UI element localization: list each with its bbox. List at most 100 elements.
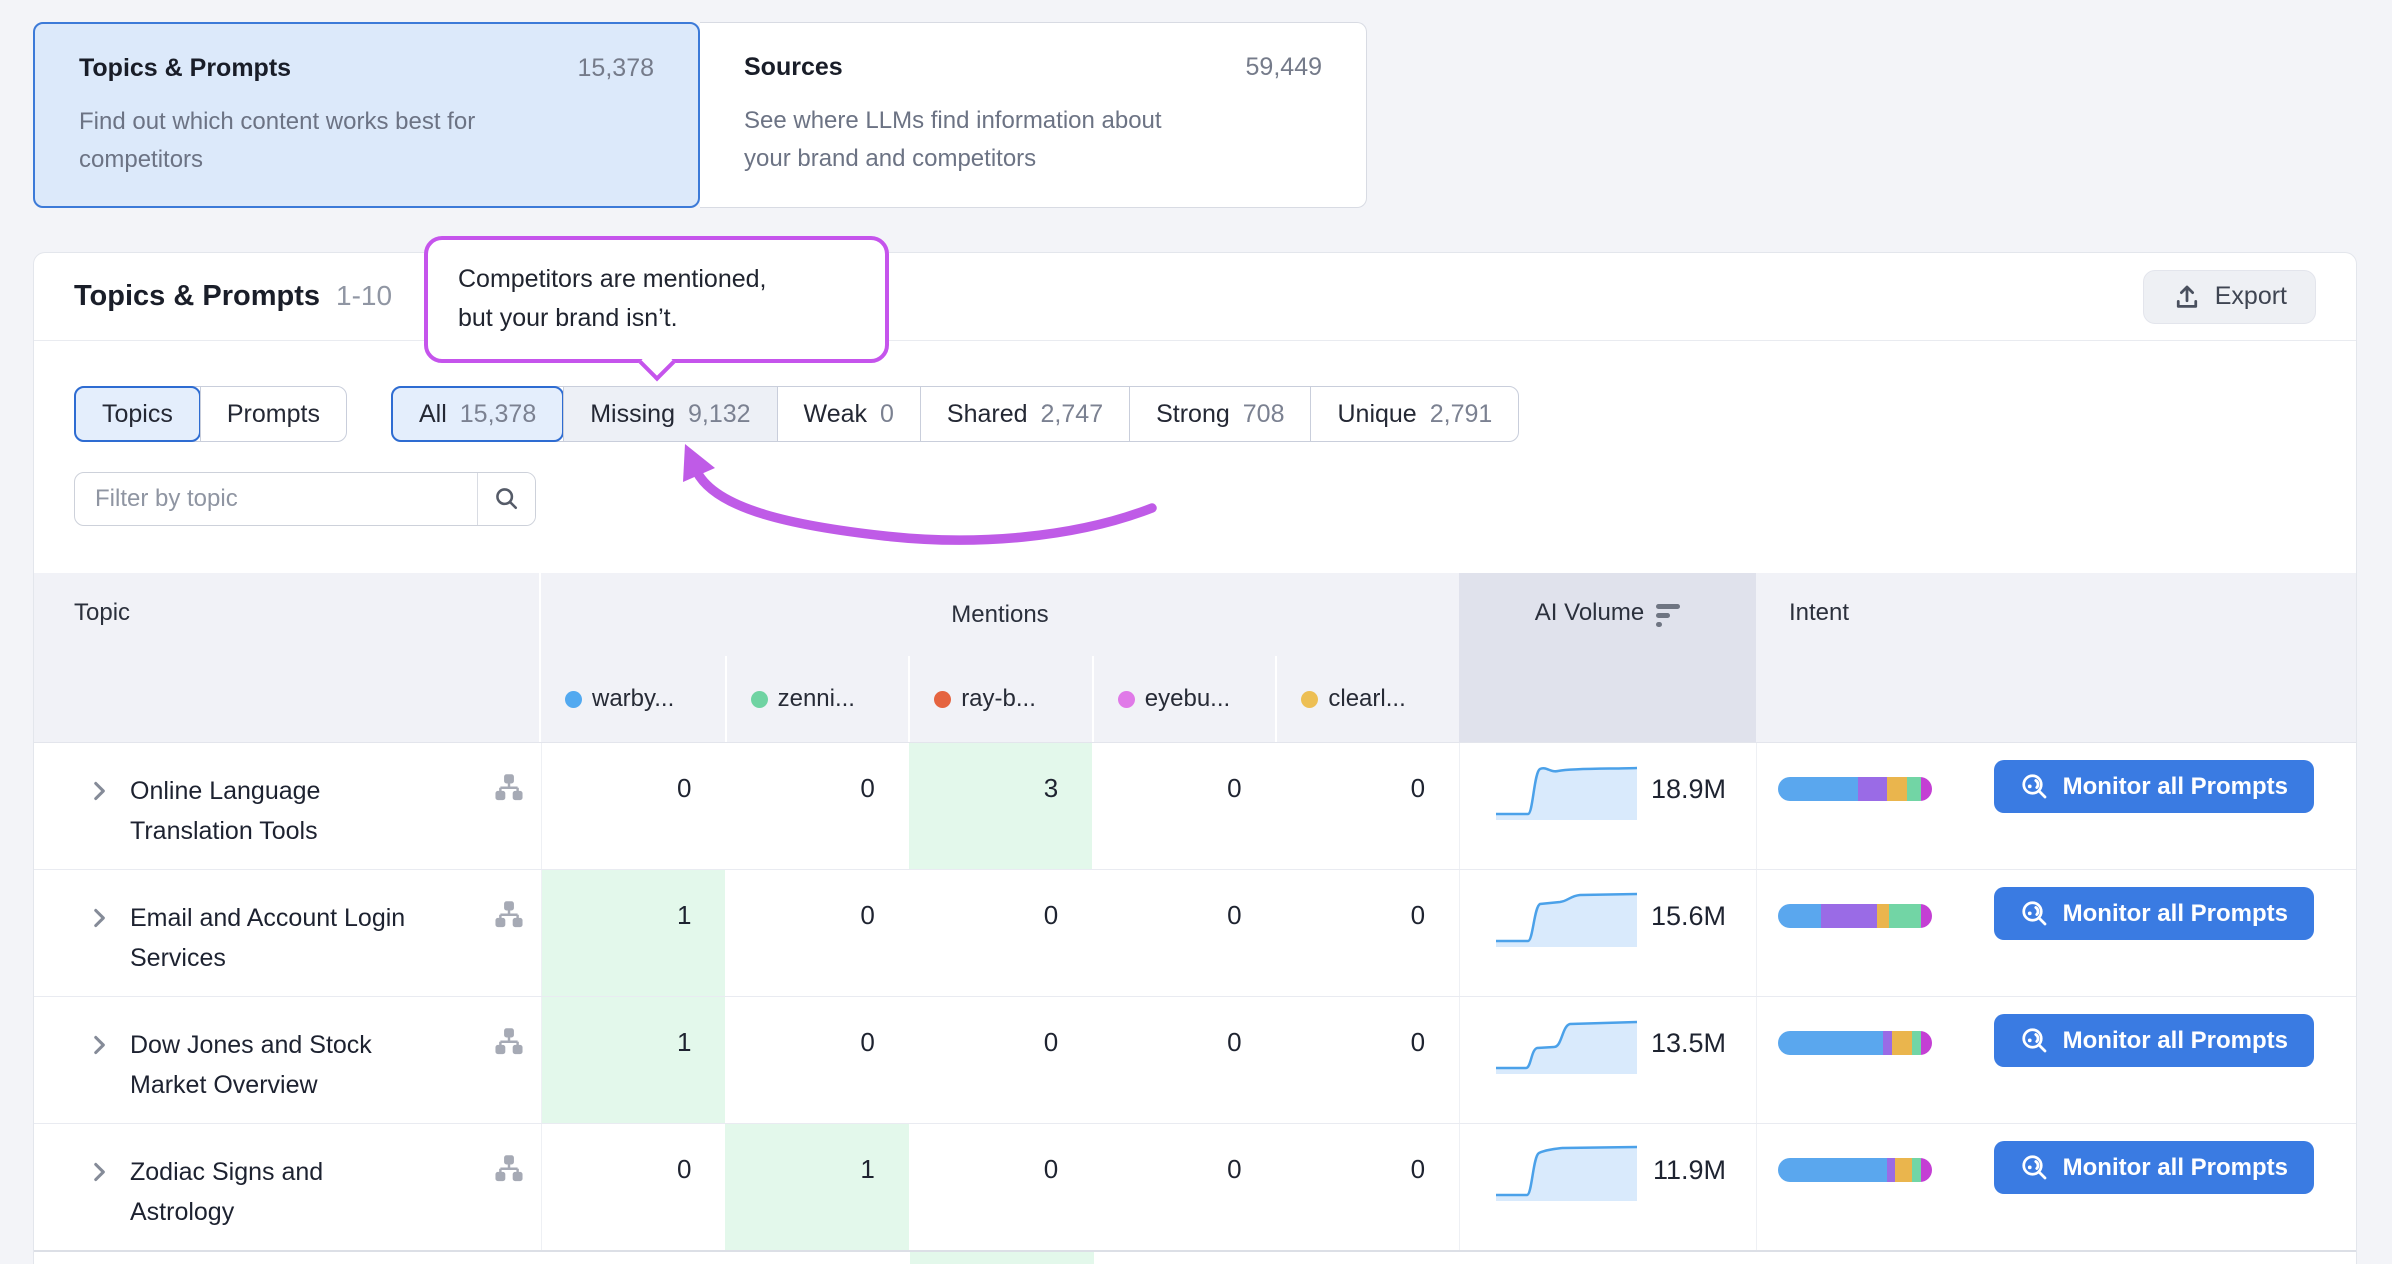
competitor-dot	[1301, 691, 1318, 708]
mentions-cells: 0 0 3 0 0	[541, 743, 1459, 869]
monitor-all-prompts-button[interactable]: Monitor all Prompts	[1994, 887, 2314, 940]
search-icon	[493, 485, 521, 513]
trend-sparkline	[1494, 1012, 1639, 1074]
filter-by-topic-input[interactable]	[75, 473, 477, 525]
topic-cell: Zodiac Signs andAstrology	[34, 1124, 541, 1250]
intent-bar	[1778, 1158, 1932, 1182]
column-header-competitor[interactable]: ray-b...	[908, 656, 1092, 742]
intent-cell: Monitor all Prompts	[1756, 997, 2356, 1123]
competitor-dot	[751, 691, 768, 708]
mention-value-highlighted: 1	[542, 870, 725, 996]
sort-descending-icon	[1656, 604, 1680, 742]
topic-name[interactable]: Dow Jones and StockMarket Overview	[130, 1025, 372, 1123]
mention-value: 0	[909, 870, 1092, 996]
competitor-dot	[934, 691, 951, 708]
subtopics-icon[interactable]	[493, 900, 525, 937]
mention-value: 0	[1276, 997, 1459, 1123]
mention-value: 0	[725, 870, 908, 996]
monitor-all-prompts-button[interactable]: Monitor all Prompts	[1994, 760, 2314, 813]
intent-cell: Monitor all Prompts	[1756, 1124, 2356, 1250]
topic-name[interactable]: Online LanguageTranslation Tools	[130, 771, 320, 869]
mention-value: 0	[909, 997, 1092, 1123]
summary-cards: Topics & Prompts 15,378 Find out which c…	[33, 22, 1367, 208]
intent-bar	[1778, 904, 1932, 928]
view-toggle: Topics Prompts	[74, 386, 347, 442]
column-header-competitor[interactable]: warby...	[541, 656, 725, 742]
card-topics-prompts[interactable]: Topics & Prompts 15,378 Find out which c…	[33, 22, 700, 208]
column-header-topic: Topic	[34, 573, 541, 742]
tab-prompts[interactable]: Prompts	[200, 387, 346, 441]
column-header-intent: Intent	[1756, 573, 2356, 742]
tab-all[interactable]: All15,378	[391, 386, 564, 442]
export-button[interactable]: Export	[2143, 270, 2316, 324]
tab-strong[interactable]: Strong708	[1129, 387, 1310, 441]
mention-value-highlighted: 1	[542, 997, 725, 1123]
topic-cell: Online LanguageTranslation Tools	[34, 743, 541, 869]
monitor-search-icon	[2020, 772, 2050, 802]
table-row[interactable]: Email and Account LoginServices 1 0 0 0 …	[34, 869, 2356, 996]
card-count: 59,449	[1246, 53, 1322, 82]
table-header: Topic Mentions warby... zenni... ray-b..…	[34, 573, 2356, 742]
expand-chevron-icon[interactable]	[86, 1032, 112, 1123]
monitor-search-icon	[2020, 1153, 2050, 1183]
mentions-label: Mentions	[541, 573, 1459, 656]
pagination-range: 1-10	[336, 280, 392, 312]
tab-topics[interactable]: Topics	[74, 386, 201, 442]
mention-value: 0	[542, 743, 725, 869]
mention-value: 0	[909, 1124, 1092, 1250]
monitor-all-prompts-button[interactable]: Monitor all Prompts	[1994, 1141, 2314, 1194]
competitor-dot	[565, 691, 582, 708]
mention-value: 0	[725, 743, 908, 869]
topics-prompts-panel: Topics & Prompts 1-10 Export Topics Prom…	[33, 252, 2357, 1264]
table-row-partial	[34, 1250, 2356, 1264]
annotation-tooltip: Competitors are mentioned,but your brand…	[424, 236, 889, 363]
column-header-ai-volume[interactable]: AI Volume	[1459, 573, 1756, 742]
mention-value: 0	[1092, 1124, 1275, 1250]
topic-name[interactable]: Email and Account LoginServices	[130, 898, 405, 996]
tab-missing[interactable]: Missing9,132	[563, 387, 776, 441]
table-row[interactable]: Dow Jones and StockMarket Overview 1 0 0…	[34, 996, 2356, 1123]
mention-value: 0	[1276, 1124, 1459, 1250]
column-header-competitor[interactable]: zenni...	[725, 656, 909, 742]
table-row[interactable]: Zodiac Signs andAstrology 0 1 0 0 0 11.9…	[34, 1123, 2356, 1250]
trend-sparkline	[1494, 885, 1639, 947]
topic-cell: Email and Account LoginServices	[34, 870, 541, 996]
card-title: Sources	[744, 53, 843, 82]
card-sources[interactable]: Sources 59,449 See where LLMs find infor…	[700, 22, 1367, 208]
column-group-mentions: Mentions warby... zenni... ray-b... eyeb…	[541, 573, 1459, 742]
expand-chevron-icon[interactable]	[86, 905, 112, 996]
tab-shared[interactable]: Shared2,747	[920, 387, 1129, 441]
tab-unique[interactable]: Unique2,791	[1310, 387, 1518, 441]
mentions-cells: 0 1 0 0 0	[541, 1124, 1459, 1250]
column-header-competitor[interactable]: clearl...	[1275, 656, 1459, 742]
card-description: See where LLMs find information aboutyou…	[744, 102, 1322, 178]
column-header-competitor[interactable]: eyebu...	[1092, 656, 1276, 742]
trend-sparkline	[1494, 1139, 1639, 1201]
subtopics-icon[interactable]	[493, 773, 525, 810]
mention-value: 0	[542, 1124, 725, 1250]
search-button[interactable]	[477, 473, 535, 525]
topic-filter-box	[74, 472, 536, 526]
mentions-cells: 1 0 0 0 0	[541, 997, 1459, 1123]
monitor-search-icon	[2020, 1026, 2050, 1056]
expand-chevron-icon[interactable]	[86, 1159, 112, 1250]
table-row[interactable]: Online LanguageTranslation Tools 0 0 3 0…	[34, 742, 2356, 869]
topic-name[interactable]: Zodiac Signs andAstrology	[130, 1152, 323, 1250]
panel-header: Topics & Prompts 1-10 Export	[34, 253, 2356, 341]
intent-bar	[1778, 1031, 1932, 1055]
export-icon	[2172, 282, 2202, 312]
ai-volume-value: 13.5M	[1651, 1028, 1726, 1059]
ai-volume-value: 18.9M	[1651, 774, 1726, 805]
mention-value: 0	[725, 997, 908, 1123]
page-title: Topics & Prompts	[74, 280, 320, 313]
intent-cell: Monitor all Prompts	[1756, 870, 2356, 996]
mention-value-highlighted	[910, 1252, 1094, 1264]
tab-weak[interactable]: Weak0	[777, 387, 920, 441]
mention-value: 0	[1276, 743, 1459, 869]
expand-chevron-icon[interactable]	[86, 778, 112, 869]
subtopics-icon[interactable]	[493, 1027, 525, 1064]
mention-value: 0	[1092, 870, 1275, 996]
mentions-cells: 1 0 0 0 0	[541, 870, 1459, 996]
subtopics-icon[interactable]	[493, 1154, 525, 1191]
monitor-all-prompts-button[interactable]: Monitor all Prompts	[1994, 1014, 2314, 1067]
